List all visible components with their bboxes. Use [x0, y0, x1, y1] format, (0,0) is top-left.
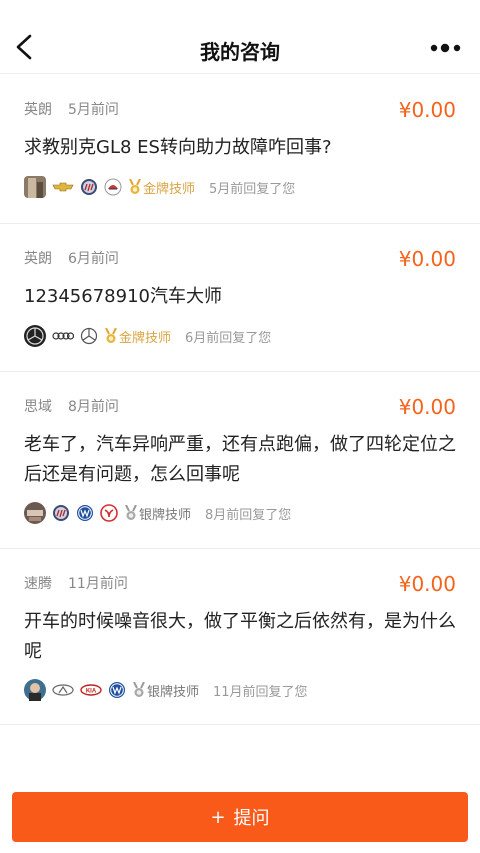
buick-icon [52, 504, 70, 522]
technician-avatar [24, 176, 46, 198]
technician-avatar [24, 502, 46, 524]
card-meta: 英朗 5月前问 [24, 99, 119, 119]
gold-medal-icon [105, 328, 117, 343]
volkswagen-icon [76, 504, 94, 522]
question-text: 老车了，汽车异响严重，还有点跑偏，做了四轮定位之后还是有问题，怎么回事呢 [24, 434, 456, 485]
technician-rank: 银牌技师 [139, 507, 192, 523]
technician-rank: 金牌技师 [119, 330, 172, 346]
chery-icon [52, 681, 74, 699]
card-meta: 思域 8月前问 [24, 396, 119, 416]
ask-button-label: 提问 [233, 808, 270, 829]
ask-time: 5月前问 [68, 102, 119, 118]
technician-row: 金牌技师 6月前回复了您 [24, 325, 271, 347]
car-model: 思域 [24, 399, 52, 415]
silver-medal-icon [133, 682, 145, 697]
question-text: 求教别克GL8 ES转向助力故障咋回事? [24, 137, 332, 158]
mercedes-icon [80, 327, 98, 345]
plus-icon: + [210, 806, 226, 828]
buick-icon [80, 178, 98, 196]
car-model: 速腾 [24, 576, 52, 592]
car-model: 英朗 [24, 251, 52, 267]
gold-medal-icon [129, 179, 141, 194]
technician-avatar [24, 325, 46, 347]
price: ¥0.00 [398, 98, 456, 122]
price: ¥0.00 [398, 247, 456, 271]
reply-time: 11月前回复了您 [213, 684, 308, 700]
cadillac-icon [104, 178, 122, 196]
ask-question-button[interactable]: + 提问 [12, 792, 468, 842]
consultation-card[interactable]: 速腾 11月前问 ¥0.00 开车的时候噪音很大，做了平衡之后依然有，是为什么呢 … [0, 549, 480, 725]
kia-icon: KIA [80, 681, 102, 699]
question-text: 12345678910汽车大师 [24, 286, 222, 307]
reply-time: 5月前回复了您 [209, 181, 296, 197]
audi-icon [52, 327, 74, 345]
card-meta: 英朗 6月前问 [24, 248, 119, 268]
technician-avatar [24, 679, 46, 701]
question-text: 开车的时候噪音很大，做了平衡之后依然有，是为什么呢 [24, 611, 456, 662]
card-meta: 速腾 11月前问 [24, 573, 128, 593]
ask-time: 6月前问 [68, 251, 119, 267]
price: ¥0.00 [398, 572, 456, 596]
consultation-card[interactable]: 英朗 6月前问 ¥0.00 12345678910汽车大师 金牌技师 6月前回复了您 [0, 224, 480, 372]
ask-time: 11月前问 [68, 576, 128, 592]
reply-time: 8月前回复了您 [205, 507, 292, 523]
technician-row: 银牌技师 8月前回复了您 [24, 502, 291, 524]
technician-row: 金牌技师 5月前回复了您 [24, 176, 295, 198]
consultation-card[interactable]: 思域 8月前问 ¥0.00 老车了，汽车异响严重，还有点跑偏，做了四轮定位之后还是… [0, 372, 480, 549]
price: ¥0.00 [398, 395, 456, 419]
dongfeng-icon [100, 504, 118, 522]
nav-bar: 我的咨询 [0, 0, 480, 74]
chevrolet-icon [52, 178, 74, 196]
consultation-card[interactable]: 英朗 5月前问 ¥0.00 求教别克GL8 ES转向助力故障咋回事? 金牌技师 5… [0, 75, 480, 224]
svg-text:KIA: KIA [86, 689, 97, 695]
reply-time: 6月前回复了您 [185, 330, 272, 346]
consultation-list: 英朗 5月前问 ¥0.00 求教别克GL8 ES转向助力故障咋回事? 金牌技师 5… [0, 75, 480, 725]
ask-time: 8月前问 [68, 399, 119, 415]
silver-medal-icon [125, 505, 137, 520]
technician-rank: 银牌技师 [147, 684, 200, 700]
technician-rank: 金牌技师 [143, 181, 196, 197]
page-title: 我的咨询 [200, 40, 280, 64]
car-model: 英朗 [24, 102, 52, 118]
more-icon[interactable] [430, 38, 462, 58]
volkswagen-icon [108, 681, 126, 699]
technician-row: KIA 银牌技师 11月前回复了您 [24, 679, 308, 701]
